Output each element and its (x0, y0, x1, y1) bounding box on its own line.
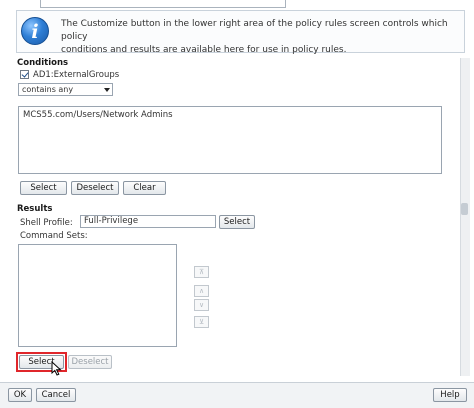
dialog-footer: OK Cancel Help (0, 382, 474, 408)
command-sets-label: Command Sets: (20, 231, 88, 241)
chevron-down-icon (104, 88, 110, 92)
move-bottom-button[interactable]: ⊻ (194, 316, 209, 328)
vertical-scrollbar[interactable] (460, 58, 470, 376)
operator-select[interactable]: contains any (18, 83, 113, 96)
shell-profile-select-button[interactable]: Select (219, 215, 255, 229)
condition-deselect-button[interactable]: Deselect (71, 181, 119, 195)
external-groups-label: AD1:ExternalGroups (33, 70, 120, 80)
condition-values-box[interactable]: MCS55.com/Users/Network Admins (18, 106, 442, 174)
operator-value: contains any (22, 85, 74, 94)
cancel-button[interactable]: Cancel (36, 388, 76, 402)
move-down-button[interactable]: ∨ (194, 299, 209, 311)
info-line-1: The Customize button in the lower right … (61, 19, 448, 42)
move-up-button[interactable]: ∧ (194, 285, 209, 297)
conditions-heading: Conditions (17, 58, 69, 68)
command-sets-list[interactable] (18, 244, 177, 347)
move-top-button[interactable]: ⊼ (194, 266, 209, 278)
condition-clear-button[interactable]: Clear (123, 181, 166, 195)
info-text: The Customize button in the lower right … (61, 18, 459, 57)
external-groups-checkbox[interactable] (20, 70, 29, 79)
results-heading: Results (17, 204, 53, 214)
scrollbar-thumb[interactable] (461, 203, 468, 215)
shell-profile-label: Shell Profile: (20, 218, 73, 228)
rule-properties-dialog: i The Customize button in the lower righ… (0, 0, 474, 408)
top-strip (0, 0, 474, 8)
info-icon: i (21, 17, 49, 45)
condition-value: MCS55.com/Users/Network Admins (23, 110, 173, 120)
mouse-cursor-icon (51, 361, 62, 376)
ok-button[interactable]: OK (8, 388, 32, 402)
top-field[interactable] (40, 0, 286, 8)
info-box: i The Customize button in the lower righ… (16, 10, 465, 55)
shell-profile-field[interactable]: Full-Privilege (80, 215, 216, 228)
condition-select-button[interactable]: Select (20, 181, 67, 195)
info-line-2: conditions and results are available her… (61, 45, 347, 55)
help-button[interactable]: Help (433, 388, 467, 402)
command-sets-deselect-button[interactable]: Deselect (68, 355, 112, 369)
